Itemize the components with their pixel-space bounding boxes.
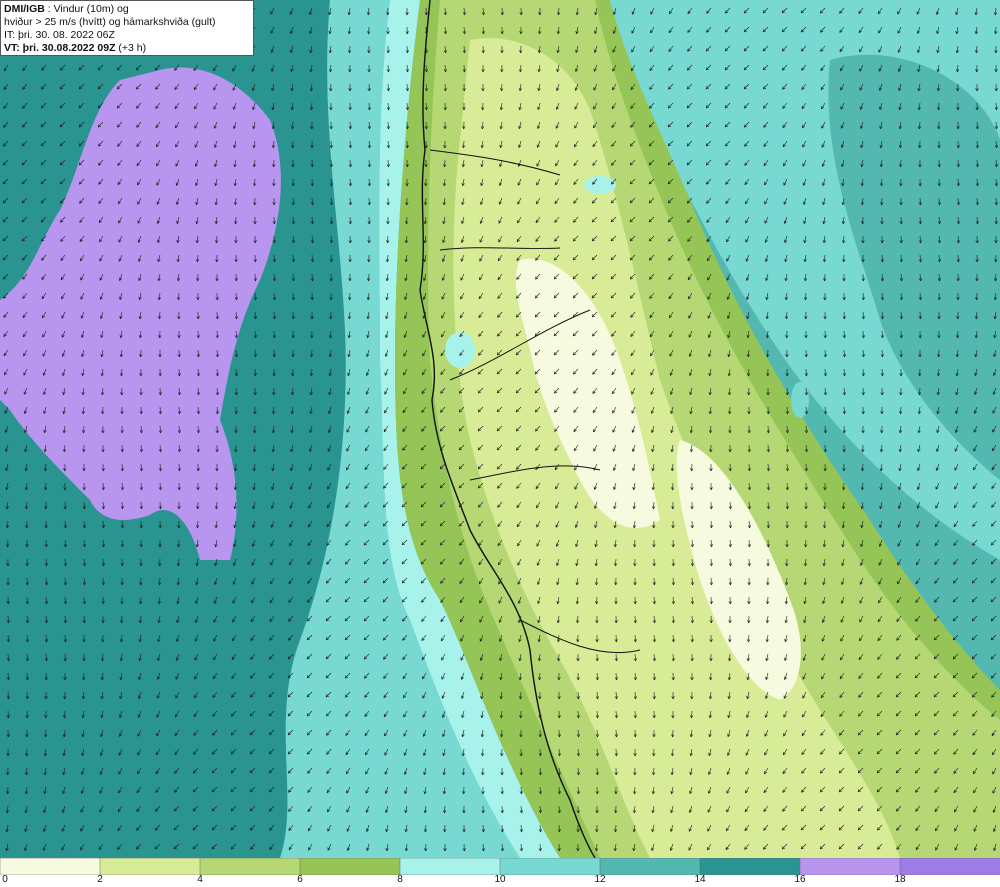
lake (584, 176, 616, 194)
wind-map (0, 0, 1000, 858)
lake (445, 332, 475, 368)
lake (844, 387, 868, 443)
